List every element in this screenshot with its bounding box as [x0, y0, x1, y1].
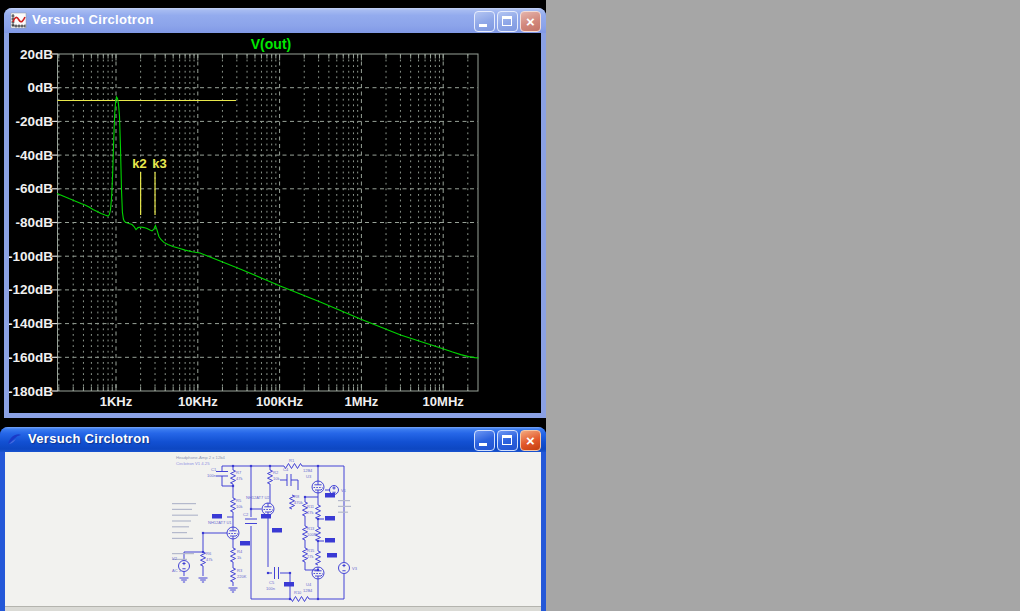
svg-text:NH12AT7 U2: NH12AT7 U2	[246, 495, 270, 500]
schematic-subheading: Circlotron V1 4.25	[176, 461, 210, 466]
svg-text:R15: R15	[307, 548, 315, 553]
plot-curve	[57, 97, 479, 358]
waveform-plot-icon	[10, 12, 27, 29]
schematic-window-titlebar[interactable]: Versuch Circlotron ×	[0, 427, 546, 452]
svg-text:-180dB: -180dB	[9, 384, 53, 399]
svg-text:10k: 10k	[273, 476, 279, 481]
svg-text:47k: 47k	[236, 476, 242, 481]
svg-text:R10: R10	[294, 590, 302, 595]
svg-text:10KHz: 10KHz	[178, 394, 218, 409]
svg-text:-80dB: -80dB	[15, 215, 53, 230]
minimize-icon	[479, 443, 487, 446]
plot-annotations: k2 k3	[58, 101, 236, 215]
minimize-icon	[479, 24, 487, 27]
plot-grid	[58, 54, 479, 391]
schematic-window-title: Versuch Circlotron	[28, 431, 150, 446]
plot-window-title: Versuch Circlotron	[32, 12, 154, 27]
svg-text:C2: C2	[243, 512, 249, 517]
close-icon: ×	[521, 12, 540, 31]
svg-text:-60dB: -60dB	[15, 181, 53, 196]
close-button[interactable]: ×	[520, 11, 541, 32]
plot-window: Versuch Circlotron × 20dB 0dB -20dB -40dB -6…	[4, 8, 546, 418]
minimize-button[interactable]	[474, 11, 495, 32]
svg-text:100KHz: 100KHz	[256, 394, 303, 409]
svg-text:R11: R11	[307, 504, 315, 509]
svg-text:V3: V3	[352, 566, 358, 571]
svg-text:-120dB: -120dB	[9, 282, 53, 297]
svg-text:NH12AT7 U1: NH12AT7 U1	[208, 520, 232, 525]
svg-text:1KHz: 1KHz	[100, 394, 133, 409]
schematic-component-labels: C1100nR747kR510kNH12AT7 U1R41kR3220KR647…	[172, 458, 358, 595]
schematic-statusbar	[5, 606, 541, 611]
svg-text:1MHz: 1MHz	[344, 394, 378, 409]
svg-text:-160dB: -160dB	[9, 350, 53, 365]
svg-text:C1: C1	[211, 467, 217, 472]
svg-text:0dB: 0dB	[27, 80, 53, 95]
svg-text:R13: R13	[307, 526, 315, 531]
maximize-button[interactable]	[497, 11, 518, 32]
trace-label: V(out)	[251, 36, 291, 52]
svg-text:R4: R4	[237, 549, 243, 554]
schematic-drawing	[172, 464, 351, 602]
svg-text:10k: 10k	[236, 504, 242, 509]
svg-text:R8: R8	[294, 494, 300, 499]
minimize-button[interactable]	[474, 430, 495, 451]
svg-text:12B4: 12B4	[303, 468, 313, 473]
svg-text:47k: 47k	[206, 557, 212, 562]
svg-text:27k: 27k	[307, 554, 313, 559]
svg-text:12B4: 12B4	[303, 588, 313, 593]
svg-text:27k: 27k	[307, 510, 313, 515]
schematic-window: Versuch Circlotron × Headphone-Amp 2 x 1…	[0, 427, 546, 611]
svg-text:R1: R1	[289, 458, 295, 463]
svg-text:R3: R3	[237, 568, 243, 573]
close-button[interactable]: ×	[520, 430, 541, 451]
svg-text:R6: R6	[206, 551, 212, 556]
close-icon: ×	[521, 431, 540, 450]
svg-text:V2: V2	[172, 556, 178, 561]
svg-text:20dB: 20dB	[20, 47, 53, 62]
svg-text:k3: k3	[152, 156, 166, 171]
svg-text:220K: 220K	[237, 574, 247, 579]
maximize-icon	[502, 16, 512, 26]
svg-text:k2: k2	[132, 156, 146, 171]
svg-text:R7: R7	[236, 470, 242, 475]
maximize-icon	[502, 435, 512, 445]
svg-text:100R: 100R	[307, 532, 317, 537]
svg-text:R5: R5	[236, 498, 242, 503]
plot-area[interactable]: 20dB 0dB -20dB -40dB -60dB -80dB -100dB -120dB -…	[9, 33, 541, 413]
svg-text:C4: C4	[283, 467, 289, 472]
schematic-heading: Headphone-Amp 2 x 12b4	[176, 455, 226, 460]
svg-text:10MHz: 10MHz	[423, 394, 465, 409]
svg-text:AC 1: AC 1	[172, 568, 182, 573]
svg-text:C5: C5	[269, 580, 275, 585]
maximize-button[interactable]	[497, 430, 518, 451]
svg-text:1k: 1k	[237, 555, 241, 560]
plot-window-titlebar[interactable]: Versuch Circlotron ×	[4, 8, 546, 33]
svg-text:470k: 470k	[294, 500, 303, 505]
svg-text:U4: U4	[306, 582, 312, 587]
schematic-icon	[6, 431, 23, 448]
svg-text:-100dB: -100dB	[9, 249, 53, 264]
circuit-schematic: Headphone-Amp 2 x 12b4 Circlotron V1 4.2…	[5, 452, 541, 611]
svg-text:R2: R2	[273, 470, 279, 475]
svg-text:100n: 100n	[207, 473, 216, 478]
svg-text:U3: U3	[306, 474, 312, 479]
bode-plot: 20dB 0dB -20dB -40dB -60dB -80dB -100dB -120dB -…	[9, 33, 541, 413]
svg-text:-140dB: -140dB	[9, 316, 53, 331]
svg-text:V1: V1	[341, 488, 347, 493]
svg-text:-20dB: -20dB	[15, 114, 53, 129]
svg-text:100n: 100n	[266, 586, 275, 591]
schematic-area[interactable]: Headphone-Amp 2 x 12b4 Circlotron V1 4.2…	[5, 452, 541, 611]
svg-text:-40dB: -40dB	[15, 148, 53, 163]
